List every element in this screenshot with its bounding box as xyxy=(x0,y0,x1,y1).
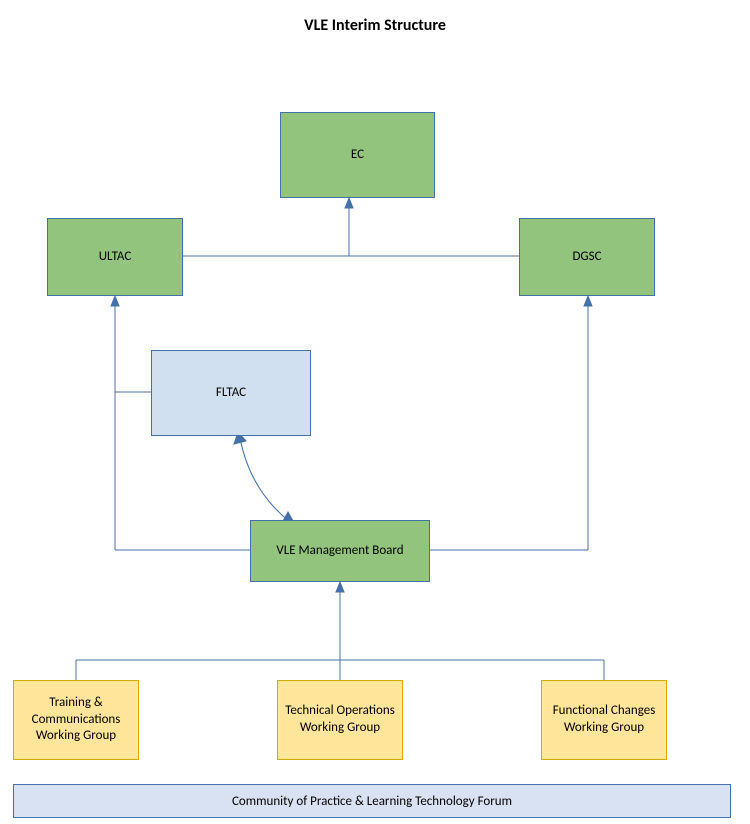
node-fltac: FLTAC xyxy=(151,350,311,436)
node-vle-management-board: VLE Management Board xyxy=(250,520,430,582)
node-wg-training-label: Training & Communications Working Group xyxy=(20,695,132,746)
node-fltac-label: FLTAC xyxy=(216,385,246,402)
node-dgsc: DGSC xyxy=(519,218,655,296)
node-ultac: ULTAC xyxy=(47,218,183,296)
node-functional-changes-wg: Functional Changes Working Group xyxy=(541,680,667,760)
node-ultac-label: ULTAC xyxy=(99,249,132,266)
node-technical-operations-wg: Technical Operations Working Group xyxy=(277,680,403,760)
node-wg-tech-label: Technical Operations Working Group xyxy=(284,703,396,737)
diagram-title: VLE Interim Structure xyxy=(0,16,750,35)
node-community-forum: Community of Practice & Learning Technol… xyxy=(13,784,731,818)
node-wg-func-label: Functional Changes Working Group xyxy=(548,703,660,737)
node-ec-label: EC xyxy=(351,147,364,164)
node-ec: EC xyxy=(280,112,435,198)
node-vle-mgmt-label: VLE Management Board xyxy=(276,543,403,560)
node-footer-label: Community of Practice & Learning Technol… xyxy=(232,794,512,809)
node-training-communications-wg: Training & Communications Working Group xyxy=(13,680,139,760)
node-dgsc-label: DGSC xyxy=(572,249,601,266)
